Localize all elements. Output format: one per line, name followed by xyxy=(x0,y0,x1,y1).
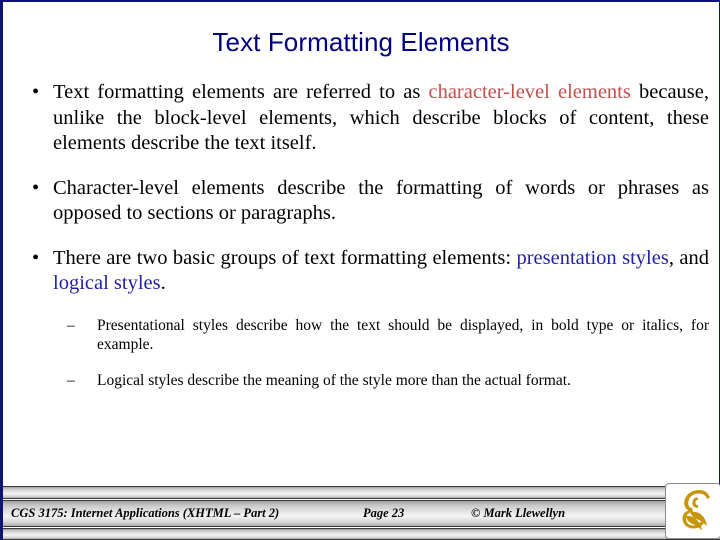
bullet-text-segment: Text formatting elements are referred to… xyxy=(53,81,429,103)
pegasus-icon xyxy=(682,490,710,531)
sub-bullet-marker-icon: – xyxy=(67,316,75,334)
bullet-item: • There are two basic groups of text for… xyxy=(19,246,709,297)
bullet-text-highlight-blue: logical styles xyxy=(53,272,161,294)
bullet-text-segment: . xyxy=(160,272,166,294)
bullet-text-highlight-red: character-level elements xyxy=(428,81,631,103)
bullet-text-segment: , and xyxy=(668,246,710,269)
sub-bullet-group: – Presentational styles describe how the… xyxy=(19,316,709,391)
slide-canvas: Text Formatting Elements • Text formatti… xyxy=(0,0,720,540)
sub-bullet-item: – Logical styles describe the meaning of… xyxy=(63,371,709,391)
slide-body: • Text formatting elements are referred … xyxy=(19,80,709,392)
sub-bullet-marker-icon: – xyxy=(67,371,75,389)
bullet-text-segment: Character-level elements describe the fo… xyxy=(53,176,709,225)
footer-band-top xyxy=(3,486,720,499)
slide-footer: CGS 3175: Internet Applications (XHTML –… xyxy=(3,483,720,540)
bullet-marker-icon: • xyxy=(32,81,40,103)
bullet-item: • Character-level elements describe the … xyxy=(19,176,709,227)
bullet-text-segment: There are two basic groups of text forma… xyxy=(53,246,517,269)
ucf-pegasus-logo xyxy=(665,483,720,539)
sub-bullet-item: – Presentational styles describe how the… xyxy=(63,316,709,355)
sub-bullet-text: Presentational styles describe how the t… xyxy=(97,316,709,354)
sub-bullet-text: Logical styles describe the meaning of t… xyxy=(97,371,571,389)
bullet-marker-icon: • xyxy=(32,246,40,269)
bullet-marker-icon: • xyxy=(32,176,40,199)
bullet-text-highlight-blue: presentation styles xyxy=(516,246,669,269)
footer-band-bottom xyxy=(3,528,720,540)
footer-course-label: CGS 3175: Internet Applications (XHTML –… xyxy=(11,506,280,520)
footer-page-number: Page 23 xyxy=(363,506,405,520)
footer-text-row: CGS 3175: Internet Applications (XHTML –… xyxy=(3,500,720,527)
slide-title: Text Formatting Elements xyxy=(212,27,510,57)
footer-copyright: © Mark Llewellyn xyxy=(471,506,566,520)
bullet-item: • Text formatting elements are referred … xyxy=(19,80,709,157)
